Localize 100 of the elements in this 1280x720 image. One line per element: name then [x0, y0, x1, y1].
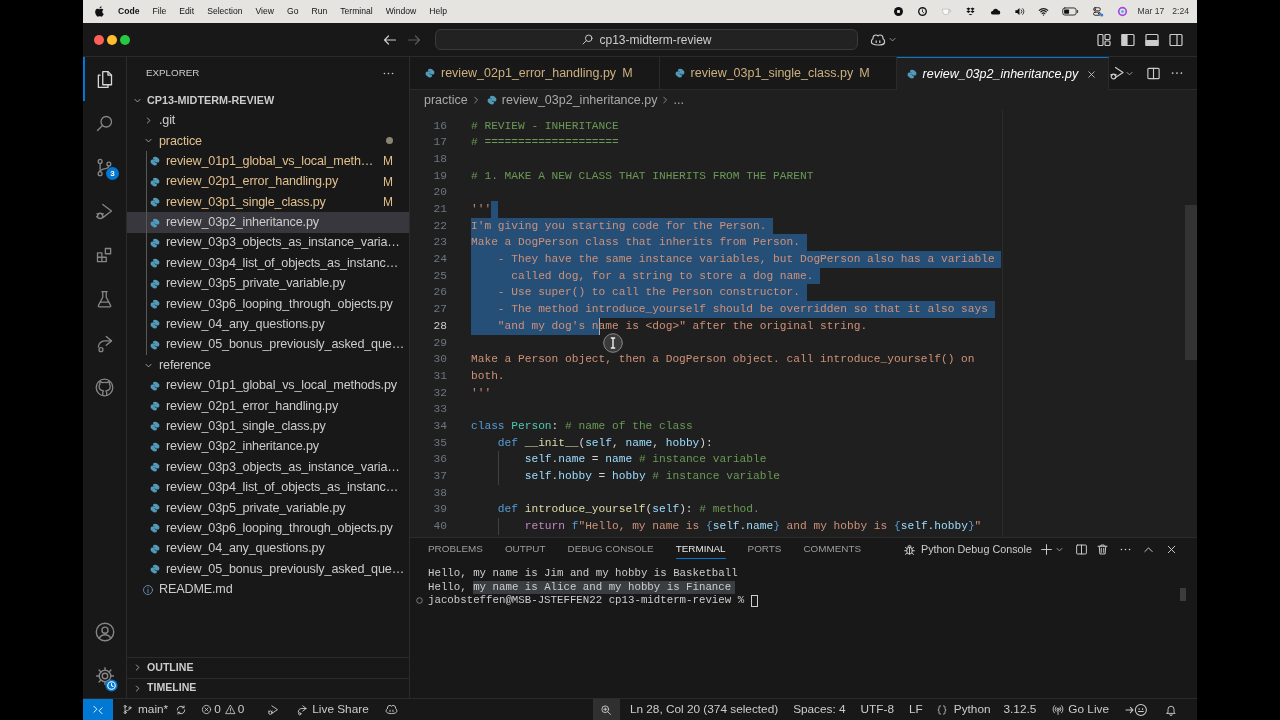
- layout-grid-icon[interactable]: [1096, 31, 1112, 48]
- window-minimize-button[interactable]: [107, 34, 117, 45]
- tree-item[interactable]: review_03p3_objects_as_instance_varia…: [127, 457, 409, 478]
- menu-item[interactable]: File: [152, 5, 167, 18]
- bell-icon[interactable]: [1165, 703, 1177, 716]
- menu-item[interactable]: Help: [429, 5, 447, 18]
- tree-item[interactable]: review_01p1_global_vs_local_methods.py: [127, 375, 409, 396]
- interpreter-button[interactable]: 3.12.5: [1003, 700, 1037, 719]
- window-close-button[interactable]: [94, 34, 104, 45]
- line-number: 18: [432, 151, 447, 167]
- terminal-selector[interactable]: Python Debug Console: [902, 540, 1032, 558]
- menu-item[interactable]: View: [255, 5, 274, 18]
- right-panel-icon[interactable]: [1168, 31, 1184, 48]
- cloud-icon[interactable]: [988, 6, 1001, 17]
- terminal-cursor[interactable]: [751, 594, 759, 607]
- zoom-button[interactable]: [592, 699, 620, 720]
- line-number: 24: [432, 252, 447, 268]
- tree-item[interactable]: review_03p6_looping_through_objects.py: [127, 518, 409, 539]
- tree-item[interactable]: review_05_bonus_previously_asked_que…: [127, 559, 409, 580]
- left-panel-icon[interactable]: [1120, 31, 1136, 48]
- caret-icon[interactable]: [888, 35, 897, 44]
- tree-item[interactable]: review_03p1_single_class.py M: [127, 191, 409, 213]
- tree-item[interactable]: review_01p1_global_vs_local_meth… M: [127, 151, 409, 172]
- info-icon: [142, 583, 154, 596]
- tree-item[interactable]: review_03p4_list_of_objects_as_instanc…: [127, 253, 409, 274]
- language-mode-button[interactable]: Python: [935, 700, 991, 719]
- scrollbar-thumb[interactable]: [1180, 588, 1186, 601]
- tree-item[interactable]: review_05_bonus_previously_asked_que…: [127, 334, 409, 356]
- stop-record-icon[interactable]: [892, 6, 904, 17]
- python-file-icon: [150, 339, 160, 350]
- sync-icon[interactable]: [175, 703, 188, 716]
- tree-item[interactable]: review_02p1_error_handling.py M: [127, 171, 409, 192]
- tree-item[interactable]: review_03p5_private_variable.py: [127, 497, 409, 519]
- workspace-header[interactable]: CP13-MIDTERM-REVIEW: [127, 90, 409, 111]
- trash-icon[interactable]: [1096, 542, 1109, 556]
- panel-tab[interactable]: PORTS: [747, 539, 782, 559]
- toggles-icon[interactable]: [1091, 6, 1104, 17]
- editor-tab[interactable]: review_02p1_error_handling.py M: [410, 57, 660, 90]
- breadcrumb[interactable]: practice: [424, 90, 468, 110]
- editor-tab[interactable]: review_03p2_inheritance.py: [896, 57, 1110, 90]
- encoding-button[interactable]: UTF-8: [860, 700, 894, 719]
- go-live-button[interactable]: Go Live: [1052, 700, 1109, 719]
- editor-tab[interactable]: review_03p1_single_class.py M: [659, 57, 897, 90]
- menu-item[interactable]: Terminal: [340, 5, 373, 18]
- menu-item[interactable]: Run: [311, 5, 328, 18]
- split-editor-icon[interactable]: [1146, 65, 1162, 81]
- run-debug-icon[interactable]: [267, 703, 280, 716]
- window-maximize-button[interactable]: [120, 34, 130, 45]
- menu-item[interactable]: Selection: [207, 5, 243, 18]
- folder-item[interactable]: .git: [127, 110, 409, 131]
- tree-item[interactable]: review_03p2_inheritance.py: [127, 212, 409, 233]
- plus-icon[interactable]: [1040, 542, 1053, 556]
- breadcrumb[interactable]: ...: [673, 90, 684, 110]
- menu-item[interactable]: Go: [287, 5, 299, 18]
- tree-item[interactable]: README.md: [127, 579, 409, 600]
- diamonds-icon[interactable]: [964, 6, 976, 17]
- panel-tab[interactable]: PROBLEMS: [428, 539, 483, 559]
- apple-logo-icon[interactable]: [95, 6, 104, 17]
- panel-tab[interactable]: TERMINAL: [675, 539, 726, 559]
- tree-item[interactable]: review_02p1_error_handling.py: [127, 395, 409, 417]
- tree-item[interactable]: review_03p6_looping_through_objects.py: [127, 293, 409, 315]
- breadcrumb[interactable]: review_03p2_inheritance.py: [483, 90, 658, 110]
- arrow-face-icon[interactable]: [1124, 702, 1149, 717]
- section-header[interactable]: OUTLINE: [127, 657, 409, 678]
- sidebar-title: EXPLORER: [146, 66, 200, 81]
- bottom-panel-icon[interactable]: [1144, 31, 1160, 48]
- panel-tab[interactable]: OUTPUT: [504, 539, 546, 559]
- tree-item[interactable]: review_04_any_questions.py: [127, 538, 409, 559]
- clock-icon[interactable]: [916, 6, 928, 17]
- robot-face-icon[interactable]: [870, 31, 886, 48]
- live-share-button[interactable]: Live Share: [296, 700, 369, 719]
- run-debug-icon[interactable]: [1109, 65, 1126, 81]
- indentation-button[interactable]: Spaces: 4: [793, 700, 846, 719]
- tree-item[interactable]: review_03p5_private_variable.py: [127, 273, 409, 294]
- volume-icon[interactable]: [1013, 6, 1025, 17]
- menu-item[interactable]: Window: [385, 5, 417, 18]
- app-menu[interactable]: Code: [118, 5, 140, 18]
- tree-item[interactable]: review_03p3_objects_as_instance_varia…: [127, 232, 409, 254]
- line-ending-button[interactable]: LF: [909, 700, 923, 719]
- folder-item[interactable]: practice: [127, 130, 409, 152]
- problems-button[interactable]: 0 0: [201, 700, 245, 719]
- scrollbar-thumb[interactable]: [1185, 205, 1197, 360]
- battery-icon[interactable]: [1061, 7, 1079, 16]
- close-icon[interactable]: [1086, 68, 1098, 80]
- folder-item[interactable]: reference: [127, 355, 409, 376]
- wifi-icon[interactable]: [1037, 6, 1049, 17]
- split-terminal-icon[interactable]: [1075, 542, 1088, 556]
- command-center[interactable]: cp13-midterm-review: [435, 29, 858, 50]
- panel-tab[interactable]: COMMENTS: [803, 539, 862, 559]
- robot-face-icon[interactable]: [384, 703, 398, 716]
- tree-item[interactable]: review_03p1_single_class.py: [127, 416, 409, 437]
- tree-item[interactable]: review_03p2_inheritance.py: [127, 436, 409, 458]
- branch-button[interactable]: main*: [122, 700, 169, 719]
- cursor-position-button[interactable]: Ln 28, Col 20 (374 selected): [629, 700, 779, 719]
- source-control-button[interactable]: 3: [83, 145, 126, 189]
- menu-item[interactable]: Edit: [179, 5, 195, 18]
- panel-tab[interactable]: DEBUG CONSOLE: [567, 539, 654, 559]
- orb-icon[interactable]: [1116, 6, 1128, 17]
- tree-item[interactable]: review_03p4_list_of_objects_as_instanc…: [127, 477, 409, 498]
- tree-item[interactable]: review_04_any_questions.py: [127, 314, 409, 335]
